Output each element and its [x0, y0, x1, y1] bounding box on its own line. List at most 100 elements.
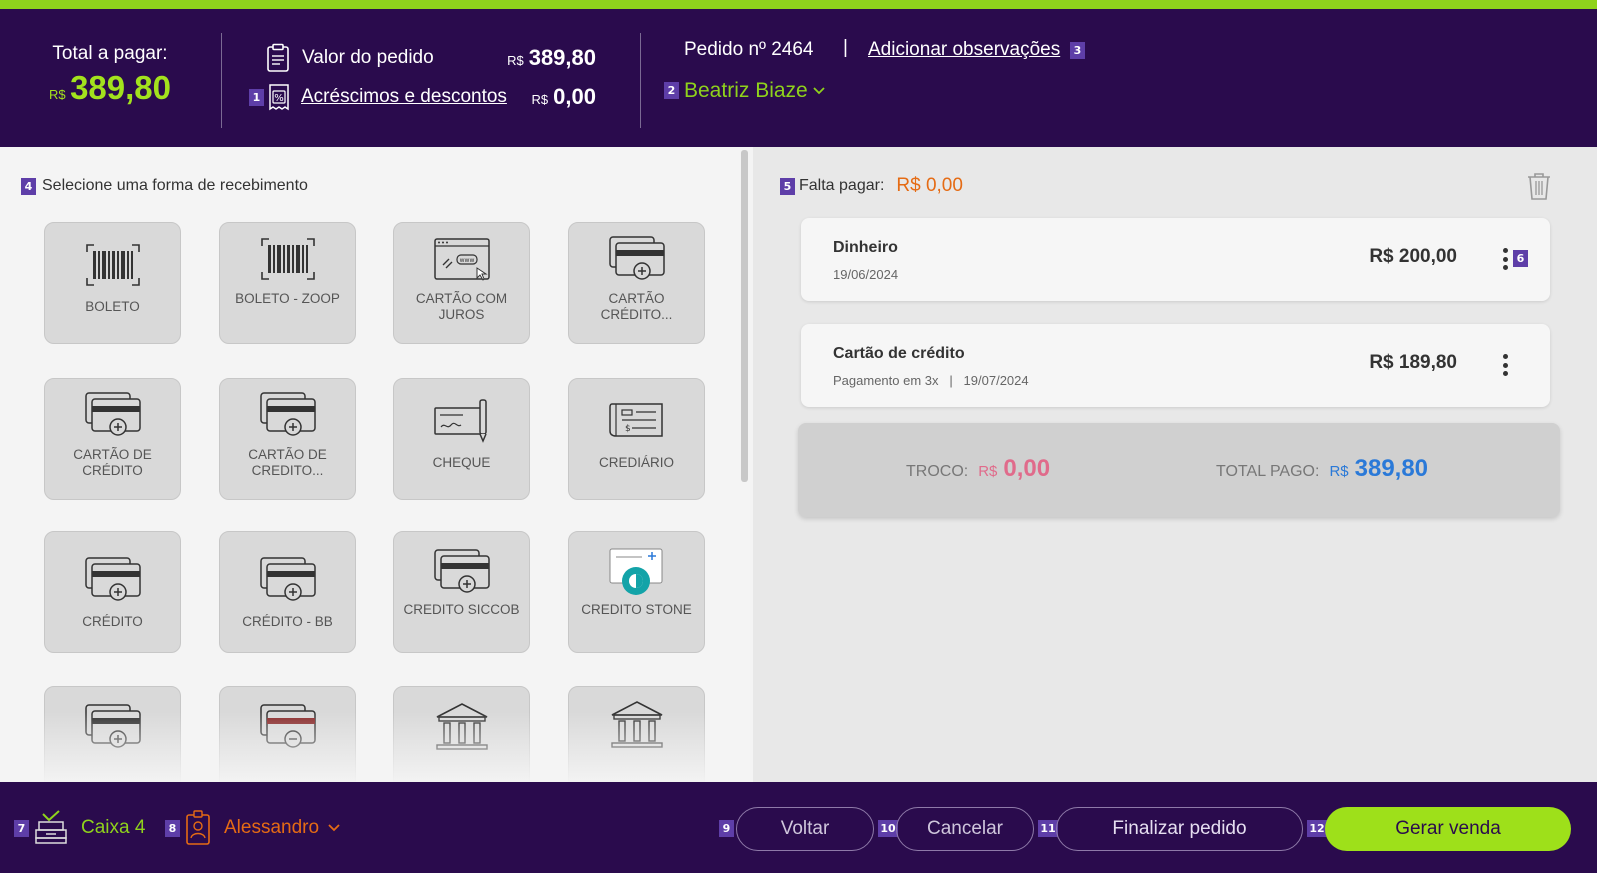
adjustments-link[interactable]: Acréscimos e descontos — [301, 86, 507, 108]
method-cartao-credito-ellipsis[interactable]: CARTÃO CRÉDITO... — [568, 222, 705, 344]
amount-due: 5 Falta pagar: R$ 0,00 — [780, 175, 963, 197]
register-info[interactable]: 7 Caixa 4 — [14, 810, 145, 846]
add-notes-link[interactable]: Adicionar observações — [868, 39, 1060, 61]
badge-2: 2 — [664, 82, 679, 99]
card-plus-icon — [84, 392, 141, 436]
method-label: CHEQUE — [432, 455, 491, 470]
method-label: BOLETO - ZOOP — [235, 291, 340, 306]
clipboard-icon — [267, 43, 289, 72]
more-options-icon[interactable] — [1502, 248, 1508, 270]
order-number: Pedido nº 2464 — [684, 39, 814, 60]
divider — [221, 33, 222, 128]
payment-name: Dinheiro — [833, 239, 898, 256]
cancel-button[interactable]: Cancelar — [896, 807, 1034, 851]
customer-selector[interactable]: Beatriz Biaze — [684, 79, 826, 103]
generate-sale-button[interactable]: Gerar venda — [1325, 807, 1571, 851]
badge-10: 10 — [878, 820, 898, 837]
payment-card[interactable]: Cartão de crédito Pagamento em 3x | 19/0… — [801, 324, 1550, 407]
adjustments-currency: R$ — [531, 92, 549, 107]
method-credito-stone[interactable]: CREDITO STONE — [568, 531, 705, 653]
badge-9: 9 — [719, 820, 734, 837]
svg-text:www: www — [459, 257, 474, 264]
customer-name: Beatriz Biaze — [684, 79, 808, 102]
amount-due-value: R$ 0,00 — [896, 175, 963, 196]
badge-4: 4 — [21, 177, 36, 195]
scroll-fade — [0, 712, 753, 782]
trash-icon — [1528, 173, 1550, 200]
total-amount: 389,80 — [70, 69, 171, 106]
total-paid-value: 389,80 — [1354, 455, 1429, 482]
change-value: 0,00 — [1003, 455, 1051, 482]
order-value-label: Valor do pedido — [302, 47, 434, 68]
clear-payments-button[interactable] — [1526, 171, 1552, 206]
crediario-icon: $ — [608, 403, 663, 437]
method-boleto[interactable]: BOLETO — [44, 222, 181, 344]
method-cheque[interactable]: CHEQUE — [393, 378, 530, 500]
svg-text:$: $ — [625, 424, 631, 434]
cash-register-icon — [35, 810, 67, 844]
card-plus-icon — [259, 557, 316, 601]
badge-6: 6 — [1513, 250, 1528, 267]
payment-card[interactable]: Dinheiro 19/06/2024 R$ 200,00 — [801, 218, 1550, 301]
more-options-icon[interactable] — [1502, 354, 1508, 376]
method-cartao-com-juros[interactable]: www CARTÃO COM JUROS — [393, 222, 530, 344]
register-name: Caixa 4 — [81, 817, 146, 838]
totals-summary: TROCO: R$ 0,00 TOTAL PAGO: R$ 389,80 — [798, 423, 1560, 517]
percent-ticket-icon: % — [269, 84, 289, 111]
chevron-down-icon — [813, 87, 825, 95]
top-accent-bar — [0, 0, 1597, 9]
method-label: CRÉDITO — [82, 614, 143, 629]
divider — [640, 33, 641, 128]
badge-1: 1 — [249, 88, 264, 106]
order-value-amount: 389,80 — [528, 45, 596, 70]
method-label: CARTÃO DE CRÉDITO — [73, 447, 152, 478]
method-label: CREDITO SICCOB — [403, 602, 520, 617]
badge-8: 8 — [165, 819, 180, 837]
scrollbar[interactable] — [741, 150, 748, 482]
badge-3: 3 — [1070, 42, 1085, 59]
method-crediario[interactable]: $ CREDIÁRIO — [568, 378, 705, 500]
header: Total a pagar: R$ 389,80 Valor do pedido… — [0, 9, 1597, 147]
footer: 7 Caixa 4 8 Alessandro 9 Voltar 10 Cance… — [0, 782, 1597, 873]
payment-name: Cartão de crédito — [833, 345, 965, 362]
method-credito-bb[interactable]: CRÉDITO - BB — [219, 531, 356, 653]
payments-panel: 5 Falta pagar: R$ 0,00 Dinheiro 19/06/20… — [753, 147, 1597, 782]
payment-date: 19/06/2024 — [833, 267, 899, 282]
back-button[interactable]: Voltar — [736, 807, 874, 851]
method-cartao-de-credito-ellipsis[interactable]: CARTÃO DE CREDITO... — [219, 378, 356, 500]
method-label: CARTÃO COM JUROS — [415, 291, 508, 322]
cheque-icon — [433, 399, 487, 443]
card-plus-icon — [259, 392, 316, 436]
chevron-down-icon — [328, 824, 340, 832]
seller-name: Alessandro — [224, 817, 320, 838]
method-label: CARTÃO CRÉDITO... — [600, 291, 673, 322]
payment-methods-panel: 4 Selecione uma forma de recebimento BOL… — [0, 147, 753, 782]
barcode-icon — [260, 238, 315, 280]
card-plus-icon — [84, 557, 141, 601]
web-link-icon: www — [433, 238, 490, 281]
payment-value: R$ 200,00 — [1369, 246, 1457, 267]
total-paid-label: TOTAL PAGO: — [1216, 463, 1320, 480]
total-to-pay: Total a pagar: R$ 389,80 — [30, 43, 190, 107]
section-title-text: Selecione uma forma de recebimento — [42, 177, 308, 194]
seller-selector[interactable]: 8 Alessandro — [165, 810, 341, 846]
badge-7: 7 — [14, 819, 29, 837]
svg-text:%: % — [274, 93, 284, 104]
method-cartao-de-credito[interactable]: CARTÃO DE CRÉDITO — [44, 378, 181, 500]
method-label: CREDITO STONE — [581, 602, 692, 617]
method-credito[interactable]: CRÉDITO — [44, 531, 181, 653]
method-credito-siccob[interactable]: CREDITO SICCOB — [393, 531, 530, 653]
stone-icon — [609, 548, 662, 595]
order-value-row: Valor do pedido R$ 389,80 — [266, 43, 596, 73]
finish-order-button[interactable]: Finalizar pedido — [1056, 807, 1303, 851]
adjustments-value: R$ 0,00 — [532, 84, 596, 110]
method-boleto-zoop[interactable]: BOLETO - ZOOP — [219, 222, 356, 344]
barcode-icon — [85, 244, 140, 286]
card-plus-icon — [608, 236, 665, 280]
total-paid: TOTAL PAGO: R$ 389,80 — [1216, 455, 1428, 483]
payment-installments: Pagamento em 3x | 19/07/2024 — [833, 373, 1029, 388]
method-label: CREDIÁRIO — [598, 455, 674, 470]
total-label: Total a pagar: — [52, 43, 168, 64]
total-paid-currency: R$ — [1329, 463, 1349, 480]
amount-due-label: Falta pagar: — [799, 177, 885, 194]
